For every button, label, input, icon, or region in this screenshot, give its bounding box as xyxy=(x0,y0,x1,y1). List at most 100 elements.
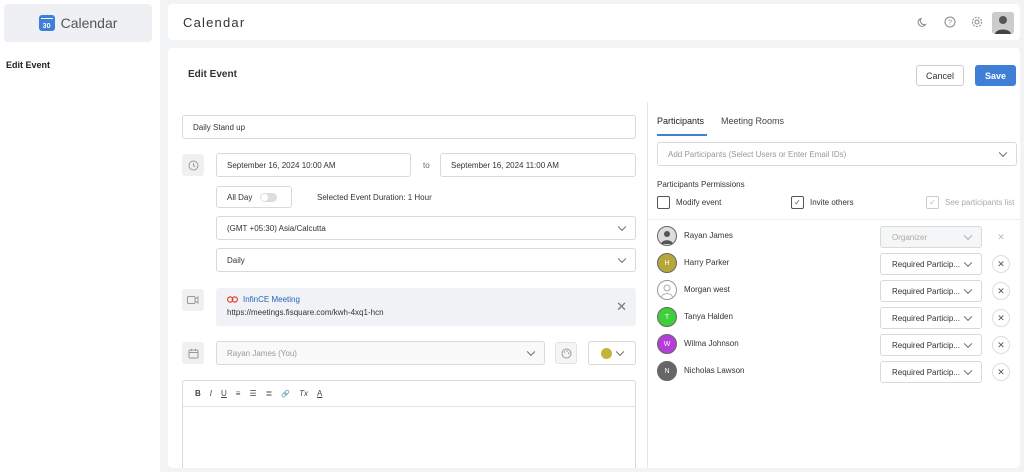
italic-button[interactable]: I xyxy=(210,389,212,398)
app-logo[interactable]: 30 Calendar xyxy=(4,4,152,42)
ordered-list-button[interactable]: ≡ xyxy=(236,389,241,398)
calendar-owner-value: Rayan James (You) xyxy=(227,348,297,358)
participant-name: Morgan west xyxy=(684,285,730,294)
active-tab-indicator xyxy=(657,134,707,136)
participant-role-select[interactable]: Required Particip... xyxy=(880,280,982,302)
end-datetime-input[interactable]: September 16, 2024 11:00 AM xyxy=(440,153,636,177)
to-label: to xyxy=(423,161,430,170)
nav-item-edit-event[interactable]: Edit Event xyxy=(6,60,50,70)
avatar-initial: H xyxy=(664,259,670,267)
avatar: W xyxy=(657,334,677,354)
palette-icon[interactable] xyxy=(555,342,577,364)
event-title-input[interactable]: Daily Stand up xyxy=(182,115,636,139)
meeting-link-card: InfinCE Meeting https://meetings.fisquar… xyxy=(216,288,636,326)
participant-role: Organizer xyxy=(892,232,928,242)
participant-row: W Wilma Johnson Required Particip... ✕ xyxy=(657,334,1017,356)
link-button[interactable]: 🔗 xyxy=(281,390,290,398)
underline-button[interactable]: U xyxy=(221,389,227,398)
calendar-small-icon xyxy=(182,342,204,364)
participant-name: Rayan James xyxy=(684,231,733,240)
chevron-down-icon xyxy=(963,231,973,241)
avatar-initial: N xyxy=(664,367,670,375)
chevron-down-icon xyxy=(963,312,973,322)
video-icon xyxy=(182,289,204,311)
remove-participant-icon[interactable]: ✕ xyxy=(992,363,1010,381)
remove-participant-icon: ✕ xyxy=(997,231,1005,242)
participant-name: Harry Parker xyxy=(684,258,730,267)
event-duration: Selected Event Duration: 1 Hour xyxy=(317,193,432,202)
participant-role-select[interactable]: Required Particip... xyxy=(880,253,982,275)
participant-row: Rayan James Organizer ✕ xyxy=(657,226,1017,248)
participant-row: T Tanya Halden Required Particip... ✕ xyxy=(657,307,1017,329)
see-participants-list-checkbox[interactable]: ✓ xyxy=(926,196,939,209)
tab-participants[interactable]: Participants xyxy=(657,116,704,126)
bold-button[interactable]: B xyxy=(195,389,201,398)
participant-role-select[interactable]: Required Particip... xyxy=(880,361,982,383)
avatar: N xyxy=(657,361,677,381)
text-color-button[interactable]: A xyxy=(317,389,322,398)
chevron-down-icon xyxy=(963,285,973,295)
user-avatar[interactable] xyxy=(992,12,1014,34)
chevron-down-icon xyxy=(963,339,973,349)
event-color-picker[interactable] xyxy=(588,341,636,365)
clock-icon xyxy=(182,154,204,176)
page-title: Edit Event xyxy=(188,69,237,80)
participant-row: N Nicholas Lawson Required Particip... ✕ xyxy=(657,361,1017,383)
meeting-provider[interactable]: InfinCE Meeting xyxy=(227,295,300,304)
top-bar: Calendar ? xyxy=(168,4,1020,40)
start-datetime-input[interactable]: September 16, 2024 10:00 AM xyxy=(216,153,411,177)
gear-icon[interactable] xyxy=(970,15,984,29)
remove-participant-icon[interactable]: ✕ xyxy=(992,309,1010,327)
align-button[interactable]: ≣ xyxy=(266,389,273,398)
avatar-initial: W xyxy=(663,340,671,348)
add-participants-placeholder: Add Participants (Select Users or Enter … xyxy=(668,149,847,159)
calendar-owner-select[interactable]: Rayan James (You) xyxy=(216,341,545,365)
close-icon[interactable]: ✕ xyxy=(616,299,627,315)
help-icon[interactable]: ? xyxy=(943,15,957,29)
avatar: H xyxy=(657,253,677,273)
bullet-list-button[interactable]: ☰ xyxy=(249,389,256,398)
avatar: T xyxy=(657,307,677,327)
chevron-down-icon xyxy=(998,148,1008,158)
all-day-label: All Day xyxy=(227,192,253,202)
recurrence-select[interactable]: Daily xyxy=(216,248,636,272)
participant-role: Required Particip... xyxy=(892,313,961,323)
modify-event-checkbox[interactable] xyxy=(657,196,670,209)
see-participants-list-label: See participants list xyxy=(945,198,1015,207)
participant-role-select[interactable]: Required Particip... xyxy=(880,334,982,356)
column-divider xyxy=(647,102,648,468)
chevron-down-icon xyxy=(617,222,627,232)
participant-role: Required Particip... xyxy=(892,259,961,269)
timezone-value: (GMT +05:30) Asia/Calcutta xyxy=(227,223,326,233)
description-editor[interactable]: B I U ≡ ☰ ≣ 🔗 Tx A xyxy=(182,380,636,468)
chevron-down-icon xyxy=(963,258,973,268)
color-swatch xyxy=(601,348,612,359)
save-button[interactable]: Save xyxy=(975,65,1016,86)
meeting-url[interactable]: https://meetings.fisquare.com/kwh-4xq1-h… xyxy=(227,308,384,317)
timezone-select[interactable]: (GMT +05:30) Asia/Calcutta xyxy=(216,216,636,240)
invite-others-checkbox[interactable]: ✓ xyxy=(791,196,804,209)
clear-format-button[interactable]: Tx xyxy=(299,389,308,398)
participant-name: Tanya Halden xyxy=(684,312,733,321)
chevron-down-icon xyxy=(617,254,627,264)
remove-participant-icon[interactable]: ✕ xyxy=(992,336,1010,354)
participant-name: Nicholas Lawson xyxy=(684,366,745,375)
editor-toolbar: B I U ≡ ☰ ≣ 🔗 Tx A xyxy=(183,381,635,407)
cancel-button[interactable]: Cancel xyxy=(916,65,964,86)
meeting-logo-icon xyxy=(227,296,238,303)
participant-role-select[interactable]: Required Particip... xyxy=(880,307,982,329)
participant-row: H Harry Parker Required Particip... ✕ xyxy=(657,253,1017,275)
remove-participant-icon[interactable]: ✕ xyxy=(992,282,1010,300)
moon-icon[interactable] xyxy=(916,15,930,29)
permissions-heading: Participants Permissions xyxy=(657,180,745,189)
participant-row: Morgan west Required Particip... ✕ xyxy=(657,280,1017,302)
tab-meeting-rooms[interactable]: Meeting Rooms xyxy=(721,116,784,126)
remove-participant-icon[interactable]: ✕ xyxy=(992,255,1010,273)
toggle-switch[interactable] xyxy=(260,192,278,202)
all-day-toggle[interactable]: All Day xyxy=(216,186,292,208)
avatar-initial: T xyxy=(664,313,670,321)
chevron-down-icon xyxy=(963,366,973,376)
participant-role: Required Particip... xyxy=(892,340,961,350)
add-participants-select[interactable]: Add Participants (Select Users or Enter … xyxy=(657,142,1017,166)
avatar xyxy=(657,226,677,246)
